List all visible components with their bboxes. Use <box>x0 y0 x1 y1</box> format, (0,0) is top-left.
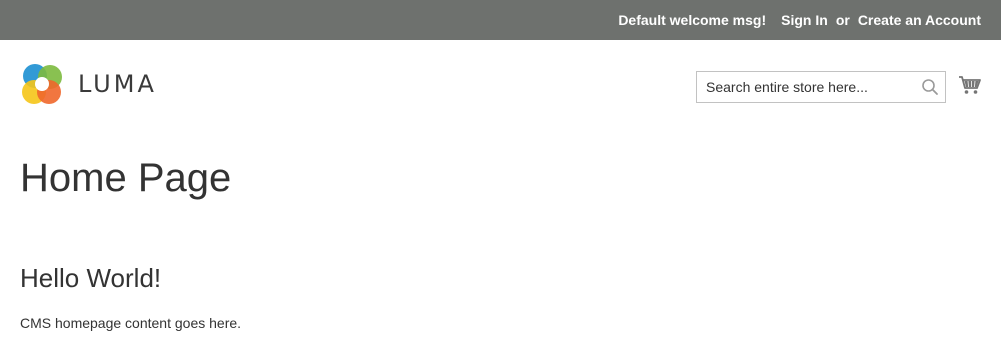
search-box <box>696 71 946 103</box>
top-bar: Default welcome msg! Sign In or Create a… <box>0 0 1001 40</box>
search-icon[interactable] <box>921 78 939 96</box>
content-heading: Hello World! <box>20 263 162 293</box>
page-header: LUMA <box>0 40 1001 130</box>
logo-text: LUMA <box>78 70 157 98</box>
welcome-message: Default welcome msg! <box>618 12 767 28</box>
sign-in-link[interactable]: Sign In <box>781 12 828 28</box>
search-input[interactable] <box>697 72 917 102</box>
content-text: CMS homepage content goes here. <box>20 315 242 331</box>
luma-logo-icon <box>20 62 64 106</box>
or-separator: or <box>835 12 850 28</box>
cart-icon[interactable] <box>958 73 982 97</box>
page-title: Home Page <box>20 156 232 200</box>
top-bar-links: Default welcome msg! Sign In or Create a… <box>618 0 981 40</box>
create-account-link[interactable]: Create an Account <box>858 12 981 28</box>
store-logo[interactable]: LUMA <box>20 62 157 106</box>
